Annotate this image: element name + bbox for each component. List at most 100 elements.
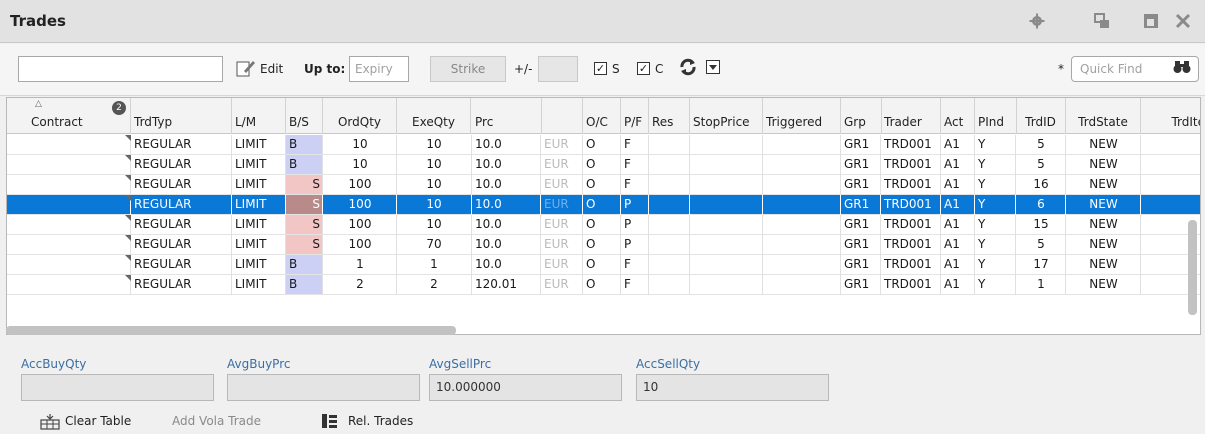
column-header-act[interactable]: Act — [941, 98, 975, 134]
cell-trdid: 1 — [1037, 277, 1045, 291]
column-header-prc[interactable]: Prc — [472, 98, 542, 134]
cell-contract — [7, 195, 131, 214]
cell-trader: TRD001 — [884, 257, 932, 271]
horizontal-scrollbar[interactable] — [6, 326, 456, 335]
vertical-scrollbar[interactable] — [1188, 220, 1197, 315]
cell-contract — [7, 215, 131, 234]
table-row[interactable]: REGULAR LIMIT S 100 10 10.0 EUR O F GR1 TRD001 A1 Y 1… — [7, 175, 1200, 195]
cell-ordqty: 10 — [352, 157, 368, 171]
cell-res — [649, 155, 690, 174]
column-header-label: Res — [652, 115, 674, 129]
cell-trdid: 17 — [1033, 257, 1049, 271]
restore-icon[interactable] — [1091, 10, 1113, 32]
edit-button[interactable]: Edit — [260, 62, 283, 76]
table-row[interactable]: REGULAR LIMIT B 10 10 10.0 EUR O F GR1 TRD001 A1 Y 5 N… — [7, 135, 1200, 155]
gear-icon[interactable] — [1026, 10, 1048, 32]
cell-pf: F — [624, 277, 631, 291]
avg-buy-prc-label: AvgBuyPrc — [227, 357, 291, 371]
cell-prc: 10.0 — [475, 257, 502, 271]
column-header-grp[interactable]: Grp — [841, 98, 882, 134]
column-header-trdstate[interactable]: TrdState — [1066, 98, 1141, 134]
table-row[interactable]: REGULAR LIMIT S 100 10 10.0 EUR O P GR1 TRD001 A1 Y 1… — [7, 215, 1200, 235]
rel-trades-icon[interactable] — [321, 413, 339, 432]
table-row[interactable]: REGULAR LIMIT B 2 2 120.01 EUR O F GR1 TRD001 A1 Y 1 N… — [7, 275, 1200, 295]
cell-act: A1 — [944, 197, 960, 211]
cell-bs: B — [286, 255, 323, 274]
add-vola-trade-button[interactable]: Add Vola Trade — [172, 414, 261, 428]
cell-bs: B — [286, 155, 323, 174]
column-header-pf[interactable]: P/F — [621, 98, 649, 134]
cell-trdtyp: REGULAR — [134, 137, 192, 151]
binoculars-icon[interactable] — [1173, 60, 1191, 77]
column-header-ordqty[interactable]: OrdQty — [323, 98, 397, 134]
check-c-checkbox[interactable]: ✓ — [637, 62, 650, 75]
plusminus-input[interactable] — [538, 56, 578, 82]
column-header-trader[interactable]: Trader — [881, 98, 941, 134]
cell-pind: Y — [978, 257, 986, 271]
cell-pind: Y — [978, 177, 986, 191]
clear-table-button[interactable]: Clear Table — [65, 414, 131, 428]
cell-triggered — [763, 235, 841, 254]
table-row[interactable]: REGULAR LIMIT B 1 1 10.0 EUR O F GR1 TRD001 A1 Y 17 NE… — [7, 255, 1200, 275]
cell-prc: 10.0 — [475, 137, 502, 151]
maximize-icon[interactable] — [1140, 10, 1162, 32]
cell-triggered — [763, 135, 841, 154]
column-header-trdtyp[interactable]: TrdTyp — [131, 98, 232, 134]
cell-stopprice — [690, 275, 763, 294]
acc-sell-qty-field: 10 — [636, 374, 829, 401]
cell-trdite: : — [1141, 175, 1200, 194]
cell-trader: TRD001 — [884, 217, 932, 231]
column-header-currency[interactable] — [541, 98, 583, 134]
rel-trades-button[interactable]: Rel. Trades — [348, 414, 413, 428]
row-marker-icon — [125, 235, 131, 241]
cell-trdid: 6 — [1037, 197, 1045, 211]
cell-exeqty: 10 — [426, 177, 442, 191]
column-header-bs[interactable]: B/S — [286, 98, 323, 134]
cell-bs: S — [286, 195, 323, 214]
cell-oc: O — [586, 177, 596, 191]
cell-contract — [7, 235, 131, 254]
cell-triggered — [763, 175, 841, 194]
expiry-input[interactable] — [349, 56, 409, 82]
cell-trdstate: NEW — [1089, 237, 1118, 251]
close-icon[interactable] — [1172, 10, 1194, 32]
column-header-contract[interactable]: Contract △ 2 — [7, 98, 131, 134]
column-header-exeqty[interactable]: ExeQty — [397, 98, 471, 134]
column-header-triggered[interactable]: Triggered — [763, 98, 841, 134]
refresh-icon[interactable] — [678, 57, 698, 80]
table-row[interactable]: REGULAR LIMIT B 10 10 10.0 EUR O F GR1 TRD001 A1 Y 5 N… — [7, 155, 1200, 175]
table-row[interactable]: REGULAR LIMIT S 100 10 10.0 EUR O P GR1 TRD001 A1 Y 6… — [7, 195, 1200, 215]
cell-stopprice — [690, 135, 763, 154]
column-header-label: ExeQty — [412, 115, 455, 129]
cell-bs: S — [286, 175, 323, 194]
column-header-pind[interactable]: PInd — [975, 98, 1017, 134]
cell-bs: S — [286, 235, 323, 254]
column-header-stopprice[interactable]: StopPrice — [690, 98, 763, 134]
column-header-lm[interactable]: L/M — [232, 98, 286, 134]
column-header-trdite[interactable]: TrdIte — [1141, 98, 1200, 134]
cell-grp: GR1 — [844, 237, 870, 251]
check-s-checkbox[interactable]: ✓ — [594, 62, 607, 75]
cell-trader: TRD001 — [884, 137, 932, 151]
column-header-trdid[interactable]: TrdID — [1016, 98, 1066, 134]
dropdown-chevron-icon[interactable] — [706, 60, 720, 77]
column-header-oc[interactable]: O/C — [583, 98, 621, 134]
cell-bs: S — [286, 215, 323, 234]
toolbar: Edit Up to: Strike +/- ✓ S ✓ C * — [0, 44, 1205, 96]
cell-exeqty: 10 — [426, 157, 442, 171]
cell-grp: GR1 — [844, 277, 870, 291]
cell-prc: 10.0 — [475, 177, 502, 191]
cell-trdtyp: REGULAR — [134, 237, 192, 251]
clear-table-icon[interactable] — [40, 414, 60, 433]
column-header-label: Act — [944, 115, 964, 129]
column-header-label: Triggered — [766, 115, 823, 129]
table-row[interactable]: REGULAR LIMIT S 100 70 10.0 EUR O P GR1 TRD001 A1 Y 5… — [7, 235, 1200, 255]
star-label: * — [1058, 62, 1064, 76]
cell-grp: GR1 — [844, 137, 870, 151]
strike-button[interactable]: Strike — [430, 56, 506, 82]
cell-lm: LIMIT — [235, 277, 267, 291]
cell-act: A1 — [944, 177, 960, 191]
cell-trader: TRD001 — [884, 197, 932, 211]
filter-input[interactable] — [18, 56, 223, 82]
column-header-res[interactable]: Res — [649, 98, 690, 134]
